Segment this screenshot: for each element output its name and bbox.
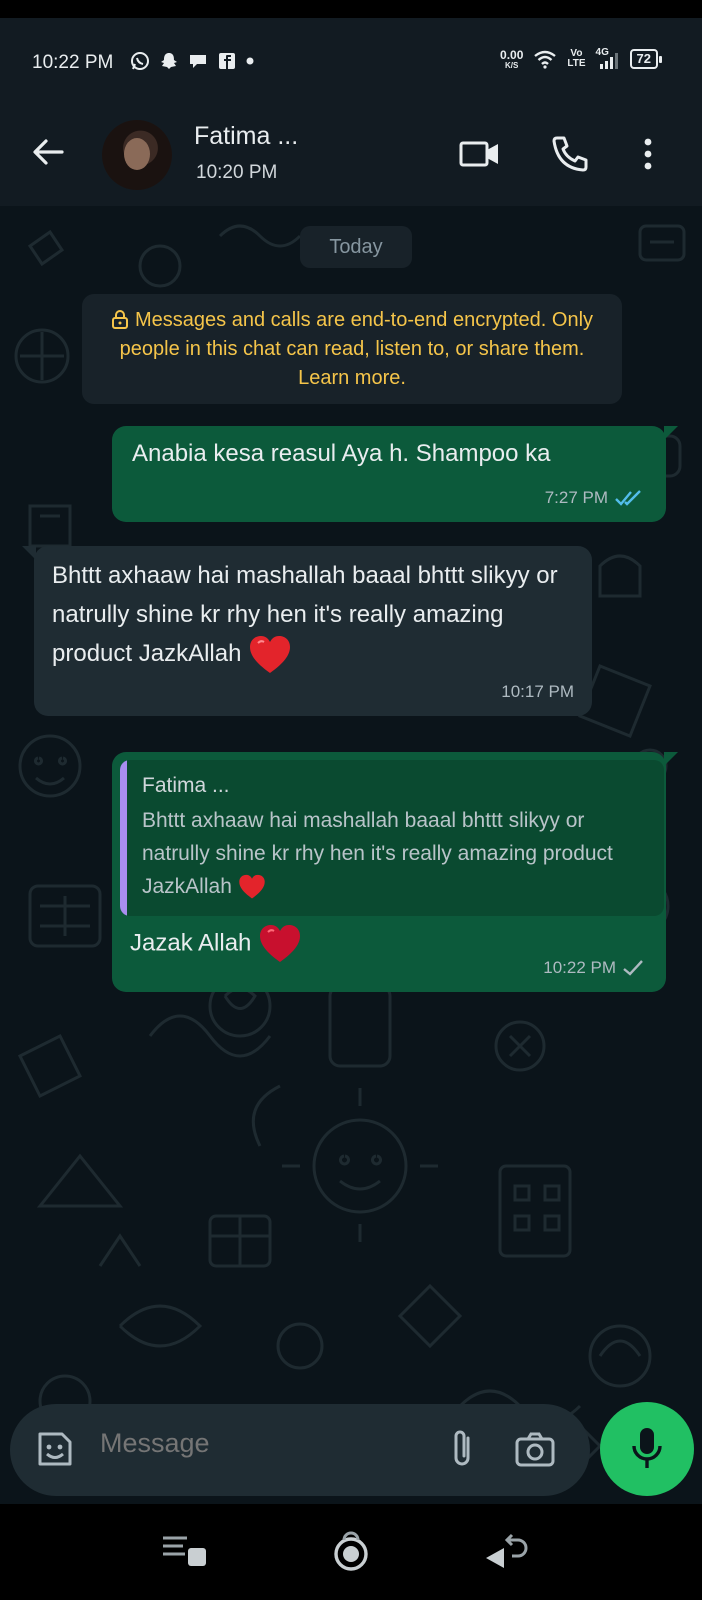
- quoted-text-body: Bhttt axhaaw hai mashallah baaal bhttt s…: [142, 809, 613, 898]
- avatar-face: [124, 138, 150, 170]
- camera-icon[interactable]: [512, 1426, 558, 1472]
- attachment-paperclip-icon[interactable]: [440, 1426, 486, 1472]
- back-arrow-icon[interactable]: [28, 132, 68, 172]
- contact-last-seen: 10:20 PM: [196, 162, 278, 183]
- double-check-read-icon: [615, 490, 641, 506]
- incoming-message[interactable]: Bhttt axhaaw hai mashallah baaal bhttt s…: [22, 546, 592, 716]
- bubble-tail: [22, 546, 36, 560]
- volte-bottom: LTE: [567, 58, 586, 69]
- encryption-text: Messages and calls are end-to-end encryp…: [119, 309, 594, 389]
- quoted-message[interactable]: Fatima ... Bhttt axhaaw hai mashallah ba…: [120, 760, 664, 916]
- lock-icon: [111, 310, 128, 329]
- chat-bubble-icon: [190, 55, 206, 68]
- message-meta: 10:17 PM: [501, 682, 574, 702]
- date-chip: Today: [300, 226, 412, 268]
- snapchat-icon: [161, 53, 177, 69]
- facebook-icon: [219, 53, 235, 69]
- red-heart-emoji-icon: [250, 635, 291, 673]
- data-speed-unit: K/S: [505, 60, 519, 70]
- recents-menu-icon[interactable]: [158, 1526, 208, 1576]
- message-composer: [10, 1404, 590, 1496]
- cell-signal: 4G: [596, 48, 620, 70]
- red-heart-emoji-icon: [239, 875, 265, 899]
- top-strip: [0, 0, 702, 18]
- system-navigation-bar: [0, 1504, 702, 1600]
- message-text: Jazak Allah: [130, 924, 302, 964]
- message-text-body: Bhttt axhaaw hai mashallah baaal bhttt s…: [52, 562, 558, 667]
- volte-indicator: Vo LTE: [567, 49, 585, 69]
- microphone-icon: [632, 1428, 662, 1468]
- wifi-icon: [534, 50, 557, 69]
- outgoing-reply-message[interactable]: Fatima ... Bhttt axhaaw hai mashallah ba…: [112, 752, 678, 992]
- quoted-text: Bhttt axhaaw hai mashallah baaal bhttt s…: [142, 804, 652, 903]
- message-meta: 7:27 PM: [545, 488, 644, 508]
- contact-name[interactable]: Fatima ...: [194, 122, 298, 151]
- encryption-notice[interactable]: Messages and calls are end-to-end encryp…: [82, 294, 622, 404]
- quote-accent-bar: [120, 760, 127, 916]
- message-input[interactable]: [100, 1428, 400, 1459]
- battery-indicator: 72: [629, 49, 663, 69]
- home-icon[interactable]: [326, 1526, 376, 1576]
- data-speed-value: 0.00: [500, 47, 524, 62]
- message-meta: 10:22 PM: [543, 958, 644, 978]
- notification-icons: [130, 51, 254, 71]
- voice-call-icon[interactable]: [548, 132, 592, 176]
- quoted-sender: Fatima ...: [142, 774, 230, 797]
- single-check-icon: [623, 960, 643, 976]
- bubble-tail: [664, 426, 678, 440]
- message-time: 10:17 PM: [501, 682, 574, 701]
- data-speed: 0.00 K/S: [500, 49, 523, 70]
- chat-header: Fatima ... 10:20 PM: [0, 110, 702, 206]
- message-text-body: Jazak Allah: [130, 929, 252, 957]
- status-time: 10:22 PM: [32, 52, 114, 73]
- whatsapp-icon: [131, 52, 149, 70]
- message-text: Bhttt axhaaw hai mashallah baaal bhttt s…: [52, 556, 572, 675]
- dot-icon: [246, 57, 254, 65]
- bubble-tail: [664, 752, 678, 766]
- message-text: Anabia kesa reasul Aya h. Shampoo ka: [132, 440, 551, 467]
- system-icons: 0.00 K/S Vo LTE 4G 72: [500, 48, 663, 70]
- chat-area[interactable]: Today Messages and calls are end-to-end …: [0, 206, 702, 1504]
- more-options-icon[interactable]: [638, 132, 658, 176]
- sticker-emoji-icon[interactable]: [32, 1426, 78, 1472]
- back-nav-icon[interactable]: [482, 1526, 532, 1576]
- red-heart-emoji-icon: [260, 925, 301, 962]
- contact-avatar[interactable]: [102, 120, 172, 190]
- voice-record-button[interactable]: [600, 1402, 694, 1496]
- message-time: 7:27 PM: [544, 488, 608, 507]
- outgoing-message[interactable]: Anabia kesa reasul Aya h. Shampoo ka 7:2…: [112, 426, 678, 522]
- message-time: 10:22 PM: [543, 958, 616, 977]
- status-bar: 10:22 PM 0.00 K/S Vo LTE 4G 72: [0, 18, 702, 110]
- video-call-icon[interactable]: [458, 132, 502, 176]
- signal-bars-icon: [599, 53, 618, 69]
